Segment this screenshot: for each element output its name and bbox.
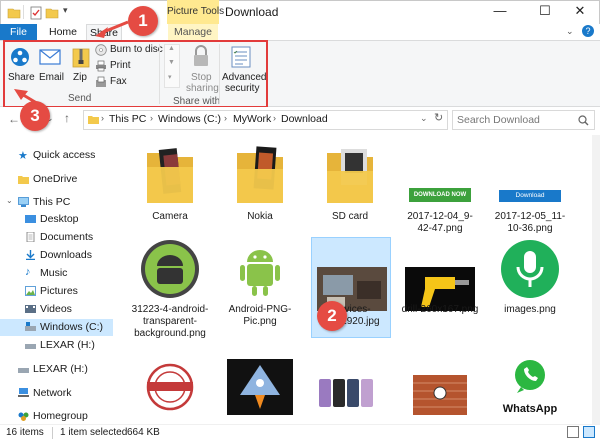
arrow-3-head	[14, 89, 28, 100]
step-marker-2: 2	[317, 301, 347, 331]
step-marker-1: 1	[128, 6, 158, 36]
annotation-arrows	[14, 20, 129, 107]
step-marker-3: 3	[20, 101, 50, 131]
